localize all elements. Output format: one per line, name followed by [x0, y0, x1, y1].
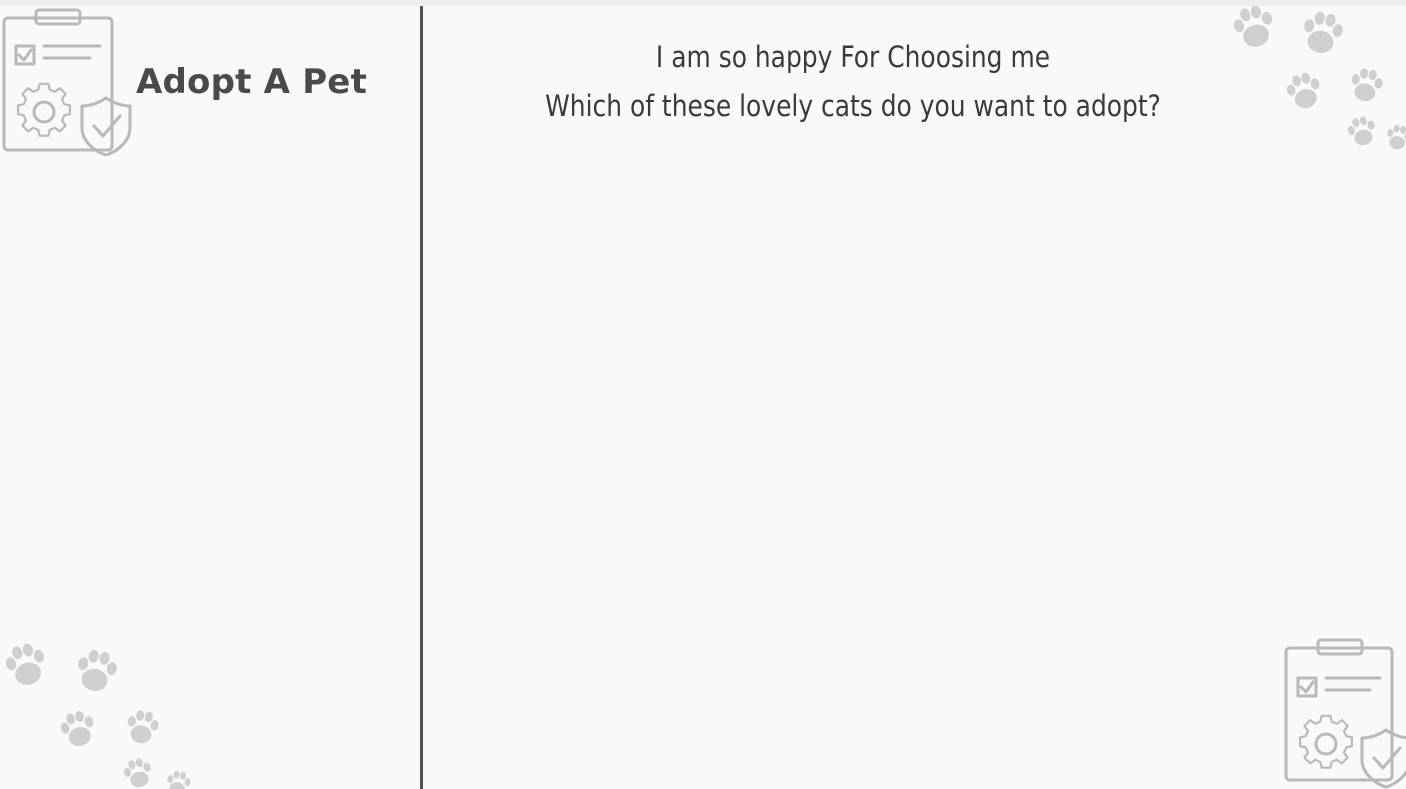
paw-print-icon [1230, 6, 1406, 152]
clipboard-gear-shield-icon [2, 8, 132, 156]
brand-title: Adopt A Pet [136, 62, 368, 102]
clipboard-gear-shield-icon [1284, 638, 1406, 789]
sidebar: Adopt A Pet [0, 6, 420, 789]
heading-line-2: Which of these lovely cats do you want t… [545, 89, 1161, 123]
paw-print-icon [2, 640, 193, 789]
adopt-app: Adopt A Pet I am so happy For Choosing m… [0, 6, 1406, 789]
heading-line-1: I am so happy For Choosing me [655, 40, 1051, 74]
